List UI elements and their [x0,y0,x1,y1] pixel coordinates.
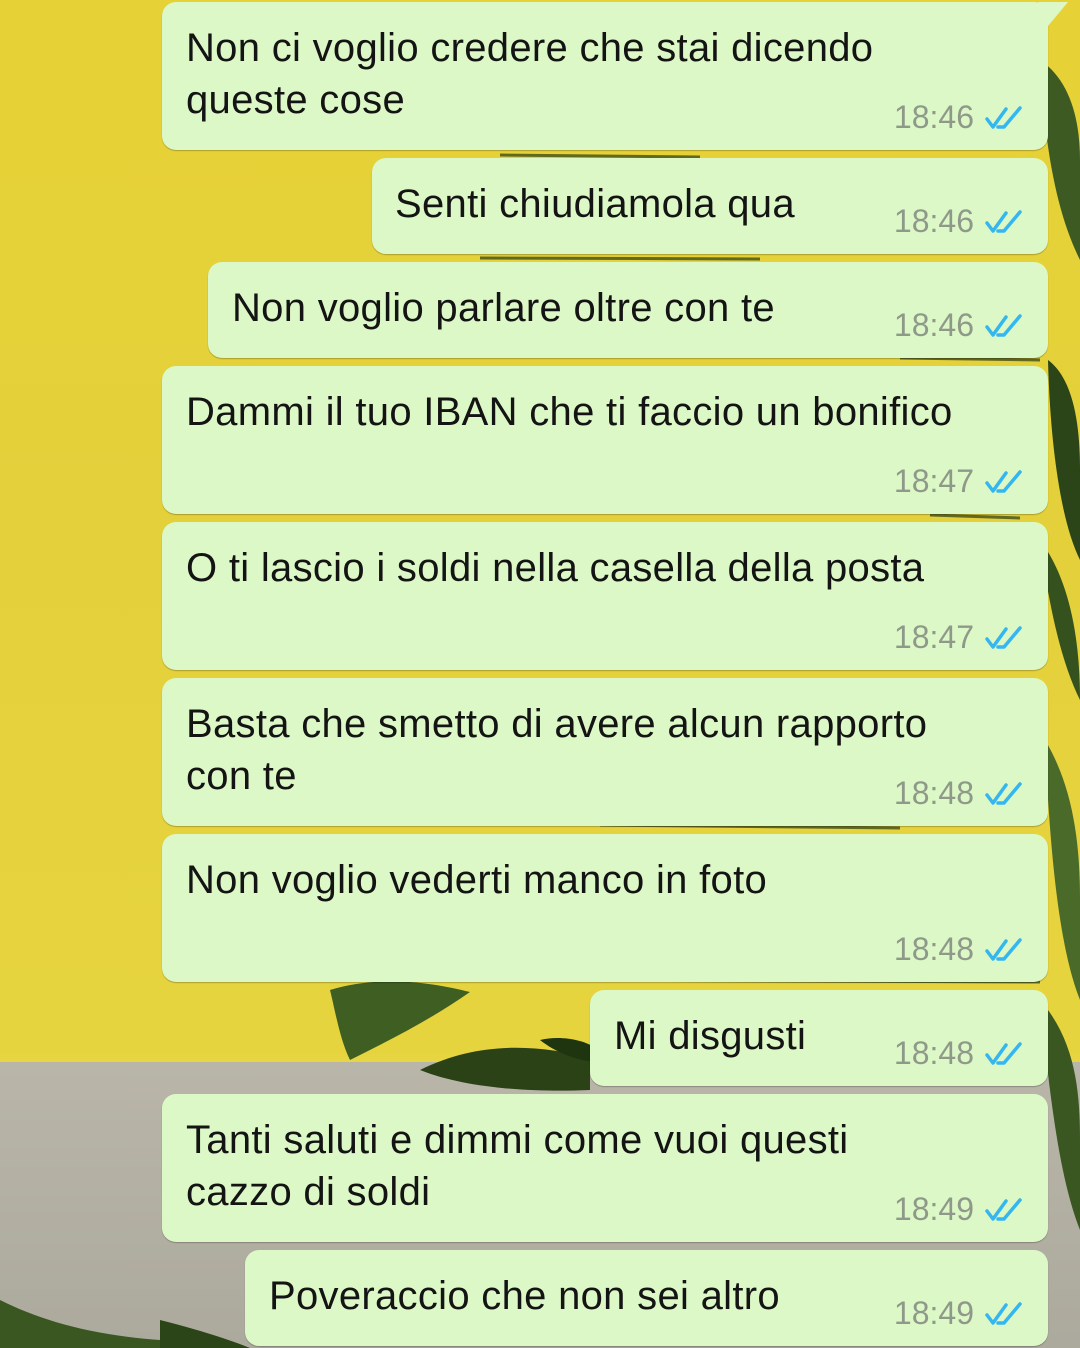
message-meta: 18:49 [894,1191,1026,1228]
message-bubble-8[interactable]: Mi disgusti 18:48 [590,990,1048,1086]
double-check-icon [985,209,1022,233]
double-check-icon [985,625,1022,649]
message-bubble-5[interactable]: O ti lascio i soldi nella casella della … [162,522,1048,670]
message-meta: 18:46 [894,307,1026,344]
message-time: 18:48 [893,1035,974,1071]
message-text: Dammi il tuo IBAN che ti faccio un bonif… [186,390,953,434]
message-bubble-2[interactable]: Senti chiudiamola qua 18:46 [372,158,1048,254]
message-bubble-7[interactable]: Non voglio vederti manco in foto 18:48 [162,834,1048,982]
message-meta: 18:48 [894,931,1026,968]
message-bubble-6[interactable]: Basta che smetto di avere alcun rapporto… [162,678,1048,826]
message-bubble-10[interactable]: Poveraccio che non sei altro 18:49 [245,1250,1048,1346]
double-check-icon [985,469,1022,493]
message-bubble-9[interactable]: Tanti saluti e dimmi come vuoi questi ca… [162,1094,1048,1242]
message-time: 18:48 [893,775,974,811]
message-time: 18:46 [893,203,974,239]
chat-message-list[interactable]: Non ci voglio credere che stai dicendo q… [0,0,1080,1348]
message-meta: 18:46 [894,203,1026,240]
message-text: Non voglio vederti manco in foto [186,858,768,902]
message-bubble-3[interactable]: Non voglio parlare oltre con te 18:46 [208,262,1048,358]
double-check-icon [985,1197,1022,1221]
double-check-icon [985,781,1022,805]
message-time: 18:47 [893,619,974,655]
double-check-icon [985,313,1022,337]
message-time: 18:46 [893,99,974,135]
message-bubble-4[interactable]: Dammi il tuo IBAN che ti faccio un bonif… [162,366,1048,514]
double-check-icon [985,937,1022,961]
message-meta: 18:48 [894,775,1026,812]
message-text: O ti lascio i soldi nella casella della … [186,546,925,590]
message-bubble-1[interactable]: Non ci voglio credere che stai dicendo q… [162,2,1068,150]
double-check-icon [985,105,1022,129]
message-time: 18:49 [893,1191,974,1227]
message-meta: 18:47 [894,463,1026,500]
message-meta: 18:46 [894,99,1026,136]
double-check-icon [985,1301,1022,1325]
message-meta: 18:49 [894,1295,1026,1332]
message-meta: 18:48 [894,1035,1026,1072]
message-time: 18:47 [893,463,974,499]
bubble-tail [1038,2,1068,26]
message-meta: 18:47 [894,619,1026,656]
double-check-icon [985,1041,1022,1065]
message-time: 18:49 [893,1295,974,1331]
message-time: 18:46 [893,307,974,343]
message-time: 18:48 [893,931,974,967]
